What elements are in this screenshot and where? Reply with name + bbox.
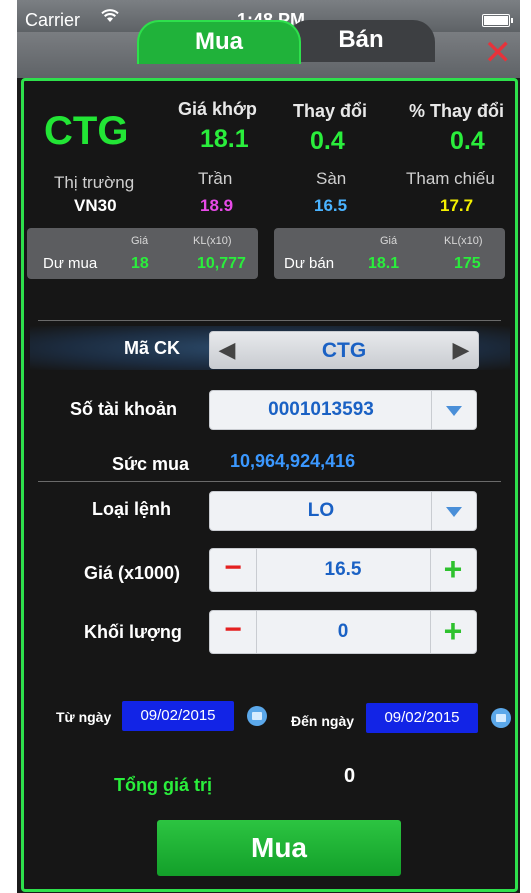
buy-button[interactable]: Mua xyxy=(157,820,401,876)
divider xyxy=(38,481,501,482)
reference-value: 17.7 xyxy=(440,196,474,215)
app-screen: Carrier 1:48 PM Mua Bán ✕ CTG Giá khớp 1… xyxy=(17,0,520,893)
ask-price: 18.1 xyxy=(368,255,400,272)
market-label: Thị trường xyxy=(54,173,135,192)
total-value-label: Tổng giá trị xyxy=(114,775,212,795)
total-value: 0 xyxy=(344,765,356,787)
ask-label: Dư bán xyxy=(284,255,335,272)
wifi-icon xyxy=(101,9,119,28)
minus-icon[interactable]: − xyxy=(210,613,256,647)
account-dropdown[interactable]: 0001013593 xyxy=(209,390,477,430)
battery-icon xyxy=(482,14,513,27)
ask-box: Giá KL(x10) Dư bán 18.1 175 xyxy=(274,228,505,279)
order-type-dropdown[interactable]: LO xyxy=(209,491,477,531)
order-type-value: LO xyxy=(307,500,335,521)
price-value: 16.5 xyxy=(324,559,362,580)
ask-price-header: Giá xyxy=(380,235,398,247)
calendar-icon[interactable] xyxy=(491,708,511,728)
quantity-value: 0 xyxy=(337,621,349,642)
floor-label: Sàn xyxy=(316,169,347,188)
bid-price-header: Giá xyxy=(131,235,149,247)
buying-power-label: Sức mua xyxy=(112,454,190,474)
bid-price: 18 xyxy=(131,255,149,272)
divider xyxy=(38,320,501,321)
ask-volume: 175 xyxy=(454,255,481,272)
match-price-value: 18.1 xyxy=(200,125,249,153)
bid-volume: 10,777 xyxy=(197,255,246,272)
change-value: 0.4 xyxy=(310,127,345,155)
pct-change-value: 0.4 xyxy=(450,127,485,155)
ceiling-value: 18.9 xyxy=(200,196,234,215)
account-label: Số tài khoản xyxy=(70,399,178,419)
plus-icon[interactable]: + xyxy=(430,551,476,588)
price-stepper[interactable]: − 16.5 + xyxy=(209,548,477,592)
quantity-stepper[interactable]: − 0 + xyxy=(209,610,477,654)
stock-symbol: CTG xyxy=(44,109,129,153)
symbol-label: Mã CK xyxy=(124,338,181,358)
account-value: 0001013593 xyxy=(268,399,374,420)
bid-label: Dư mua xyxy=(43,255,98,272)
dropdown-arrow-icon[interactable] xyxy=(431,391,476,429)
symbol-selector[interactable]: ◀ CTG ▶ xyxy=(209,331,479,369)
ceiling-label: Trần xyxy=(198,169,233,188)
previous-arrow-icon[interactable]: ◀ xyxy=(214,336,240,364)
bid-volume-header: KL(x10) xyxy=(193,235,232,247)
bid-box: Giá KL(x10) Dư mua 18 10,777 xyxy=(27,228,258,279)
plus-icon[interactable]: + xyxy=(430,613,476,650)
to-date-label: Đến ngày xyxy=(291,713,355,729)
from-date-field[interactable]: 09/02/2015 xyxy=(122,701,234,731)
market-value: VN30 xyxy=(74,196,117,215)
buying-power-value: 10,964,924,416 xyxy=(230,451,356,471)
calendar-icon[interactable] xyxy=(247,706,267,726)
price-label: Giá (x1000) xyxy=(84,563,181,583)
dropdown-arrow-icon[interactable] xyxy=(431,492,476,530)
floor-value: 16.5 xyxy=(314,196,348,215)
tab-sell[interactable]: Bán xyxy=(287,20,435,62)
from-date-label: Từ ngày xyxy=(56,709,112,725)
order-panel: CTG Giá khớp 18.1 Thay đổi 0.4 % Thay đổ… xyxy=(21,78,518,892)
minus-icon[interactable]: − xyxy=(210,551,256,585)
ask-volume-header: KL(x10) xyxy=(444,235,483,247)
tab-buy[interactable]: Mua xyxy=(137,20,301,64)
to-date-field[interactable]: 09/02/2015 xyxy=(366,703,478,733)
order-type-label: Loại lệnh xyxy=(92,499,172,519)
carrier-label: Carrier xyxy=(25,10,81,30)
quantity-label: Khối lượng xyxy=(84,622,182,642)
match-price-label: Giá khớp xyxy=(178,99,257,119)
next-arrow-icon[interactable]: ▶ xyxy=(448,336,474,364)
change-label: Thay đổi xyxy=(293,101,368,121)
reference-label: Tham chiếu xyxy=(406,169,495,188)
close-icon[interactable]: ✕ xyxy=(484,36,513,70)
pct-change-label: % Thay đổi xyxy=(409,101,505,121)
symbol-value: CTG xyxy=(321,339,367,362)
